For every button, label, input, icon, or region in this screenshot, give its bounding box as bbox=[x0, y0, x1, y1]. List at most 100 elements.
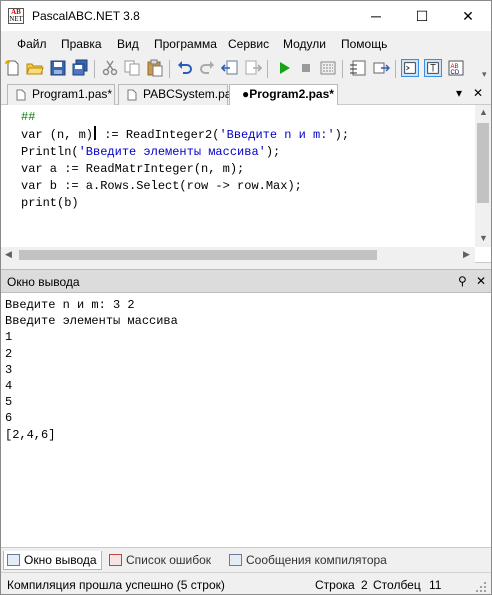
editor-horizontal-scrollbar[interactable]: ◀ ▶ bbox=[1, 247, 475, 263]
code-token: var b := a.Rows.Select(row -> row.Max); bbox=[21, 179, 302, 193]
file-icon bbox=[127, 89, 137, 101]
bottom-tab-label: Сообщения компилятора bbox=[246, 553, 387, 567]
output-panel-icon[interactable] bbox=[401, 59, 419, 77]
pin-icon[interactable]: ⚲ bbox=[458, 274, 467, 288]
title-bar: AB NET PascalABC.NET 3.8 ─ ☐ ✕ bbox=[1, 1, 491, 31]
code-token: Println( bbox=[21, 145, 79, 159]
panel-close-icon[interactable]: ✕ bbox=[476, 274, 486, 288]
code-line[interactable]: var (n, m) := ReadInteger2('Введите n и … bbox=[21, 126, 349, 144]
scroll-left-icon[interactable]: ◀ bbox=[5, 249, 12, 260]
code-editor[interactable]: ## var (n, m) := ReadInteger2('Введите n … bbox=[1, 105, 491, 263]
code-line[interactable]: Println('Введите элементы массива'); bbox=[21, 144, 349, 161]
editor-gutter bbox=[1, 105, 17, 263]
find-icon[interactable] bbox=[424, 59, 442, 77]
resize-grip-icon[interactable] bbox=[475, 581, 487, 593]
output-line: 1 bbox=[5, 330, 13, 345]
scroll-thumb[interactable] bbox=[477, 123, 489, 203]
paste-icon[interactable] bbox=[146, 59, 164, 77]
scroll-up-icon[interactable]: ▲ bbox=[479, 107, 488, 117]
menu-help[interactable]: Помощь bbox=[341, 37, 387, 51]
editor-tabs: Program1.pas* PABCSystem.pas ●Program2.p… bbox=[1, 83, 491, 106]
menu-service[interactable]: Сервис bbox=[228, 37, 269, 51]
svg-text:CD: CD bbox=[451, 70, 460, 76]
back-icon[interactable] bbox=[221, 59, 239, 77]
tab-label: ●Program2.pas* bbox=[242, 87, 334, 101]
toolbar-separator bbox=[267, 60, 268, 78]
menu-modules[interactable]: Модули bbox=[283, 37, 326, 51]
output-line: 3 bbox=[5, 362, 13, 377]
window-title: PascalABC.NET 3.8 bbox=[32, 9, 140, 23]
code-string: 'Введите n и m:' bbox=[219, 128, 335, 142]
toolbar-overflow-icon[interactable]: ▾ bbox=[482, 69, 487, 80]
menu-view[interactable]: Вид bbox=[117, 37, 139, 51]
close-button[interactable]: ✕ bbox=[445, 1, 491, 31]
status-bar: Компиляция прошла успешно (5 строк) Стро… bbox=[1, 572, 491, 594]
text-cursor bbox=[94, 126, 97, 140]
output-text: Введите n и m: 3 2 Введите элементы масси… bbox=[5, 297, 178, 443]
bottom-tab-label: Список ошибок bbox=[126, 553, 212, 567]
tab-close-icon[interactable]: ✕ bbox=[473, 86, 483, 100]
scroll-down-icon[interactable]: ▼ bbox=[479, 233, 488, 243]
file-icon bbox=[16, 89, 26, 101]
output-line: 6 bbox=[5, 411, 13, 426]
toolbar-separator bbox=[169, 60, 170, 78]
tab-output-window[interactable]: Окно вывода bbox=[3, 551, 102, 570]
output-panel-header: Окно вывода ⚲ ✕ bbox=[1, 269, 491, 293]
toolbar-separator bbox=[342, 60, 343, 78]
tab-compiler-messages[interactable]: Сообщения компилятора bbox=[226, 551, 406, 570]
menu-program[interactable]: Программа bbox=[154, 37, 217, 51]
code-token: ); bbox=[334, 128, 350, 142]
save-icon[interactable] bbox=[49, 59, 67, 77]
output-window[interactable]: Введите n и m: 3 2 Введите элементы масси… bbox=[1, 293, 491, 548]
abc-icon[interactable]: ABCD bbox=[447, 59, 465, 77]
app-logo-icon: AB NET bbox=[8, 8, 24, 24]
cut-icon[interactable] bbox=[101, 59, 119, 77]
debug-window-icon[interactable] bbox=[349, 59, 367, 77]
code-line[interactable]: ## bbox=[21, 109, 349, 126]
code-comment: ## bbox=[21, 110, 36, 124]
code-line[interactable]: var a := ReadMatrInteger(n, m); bbox=[21, 161, 349, 178]
bottom-tab-label: Окно вывода bbox=[24, 553, 97, 567]
redo-icon[interactable] bbox=[198, 59, 216, 77]
editor-vertical-scrollbar[interactable]: ▲ ▼ bbox=[475, 105, 491, 247]
tab-program1[interactable]: Program1.pas* bbox=[7, 84, 115, 105]
compile-icon[interactable] bbox=[319, 59, 337, 77]
output-line: 2 bbox=[5, 346, 13, 361]
code-line[interactable]: var b := a.Rows.Select(row -> row.Max); bbox=[21, 178, 349, 195]
scroll-right-icon[interactable]: ▶ bbox=[463, 249, 470, 260]
code-token: var a := ReadMatrInteger(n, m); bbox=[21, 162, 245, 176]
stop-icon[interactable] bbox=[297, 59, 315, 77]
copy-icon[interactable] bbox=[123, 59, 141, 77]
tabs-dropdown-icon[interactable]: ▾ bbox=[456, 86, 462, 100]
open-folder-icon[interactable] bbox=[26, 59, 44, 77]
tab-program2[interactable]: ●Program2.pas* bbox=[229, 84, 338, 106]
column-value: 11 bbox=[429, 578, 442, 592]
watch-icon[interactable] bbox=[372, 59, 390, 77]
output-line: 5 bbox=[5, 395, 13, 410]
undo-icon[interactable] bbox=[176, 59, 194, 77]
code-line[interactable]: print(b) bbox=[21, 195, 349, 212]
tab-error-list[interactable]: Список ошибок bbox=[106, 551, 224, 570]
tab-label: Program1.pas* bbox=[32, 87, 113, 101]
scroll-thumb[interactable] bbox=[19, 250, 377, 260]
save-all-icon[interactable] bbox=[71, 59, 89, 77]
row-label: Строка bbox=[315, 578, 355, 592]
error-list-icon bbox=[109, 554, 122, 566]
menu-file[interactable]: Файл bbox=[17, 37, 47, 51]
forward-icon[interactable] bbox=[244, 59, 262, 77]
output-line: 4 bbox=[5, 379, 13, 394]
code-text[interactable]: ## var (n, m) := ReadInteger2('Введите n … bbox=[21, 109, 349, 212]
minimize-button[interactable]: ─ bbox=[353, 1, 399, 31]
maximize-button[interactable]: ☐ bbox=[399, 1, 445, 31]
compiler-messages-icon bbox=[229, 554, 242, 566]
bottom-tabs: Окно вывода Список ошибок Сообщения комп… bbox=[1, 549, 491, 571]
column-label: Столбец bbox=[373, 578, 421, 592]
toolbar: AB CD ▾ bbox=[1, 56, 491, 82]
tab-pabcsystem[interactable]: PABCSystem.pas bbox=[118, 84, 237, 105]
output-line: Введите элементы массива bbox=[5, 314, 178, 329]
menu-edit[interactable]: Правка bbox=[61, 37, 102, 51]
new-file-icon[interactable] bbox=[4, 59, 22, 77]
run-icon[interactable] bbox=[275, 59, 293, 77]
menu-bar: Файл Правка Вид Программа Сервис Модули … bbox=[1, 32, 491, 56]
code-token: ); bbox=[265, 145, 281, 159]
